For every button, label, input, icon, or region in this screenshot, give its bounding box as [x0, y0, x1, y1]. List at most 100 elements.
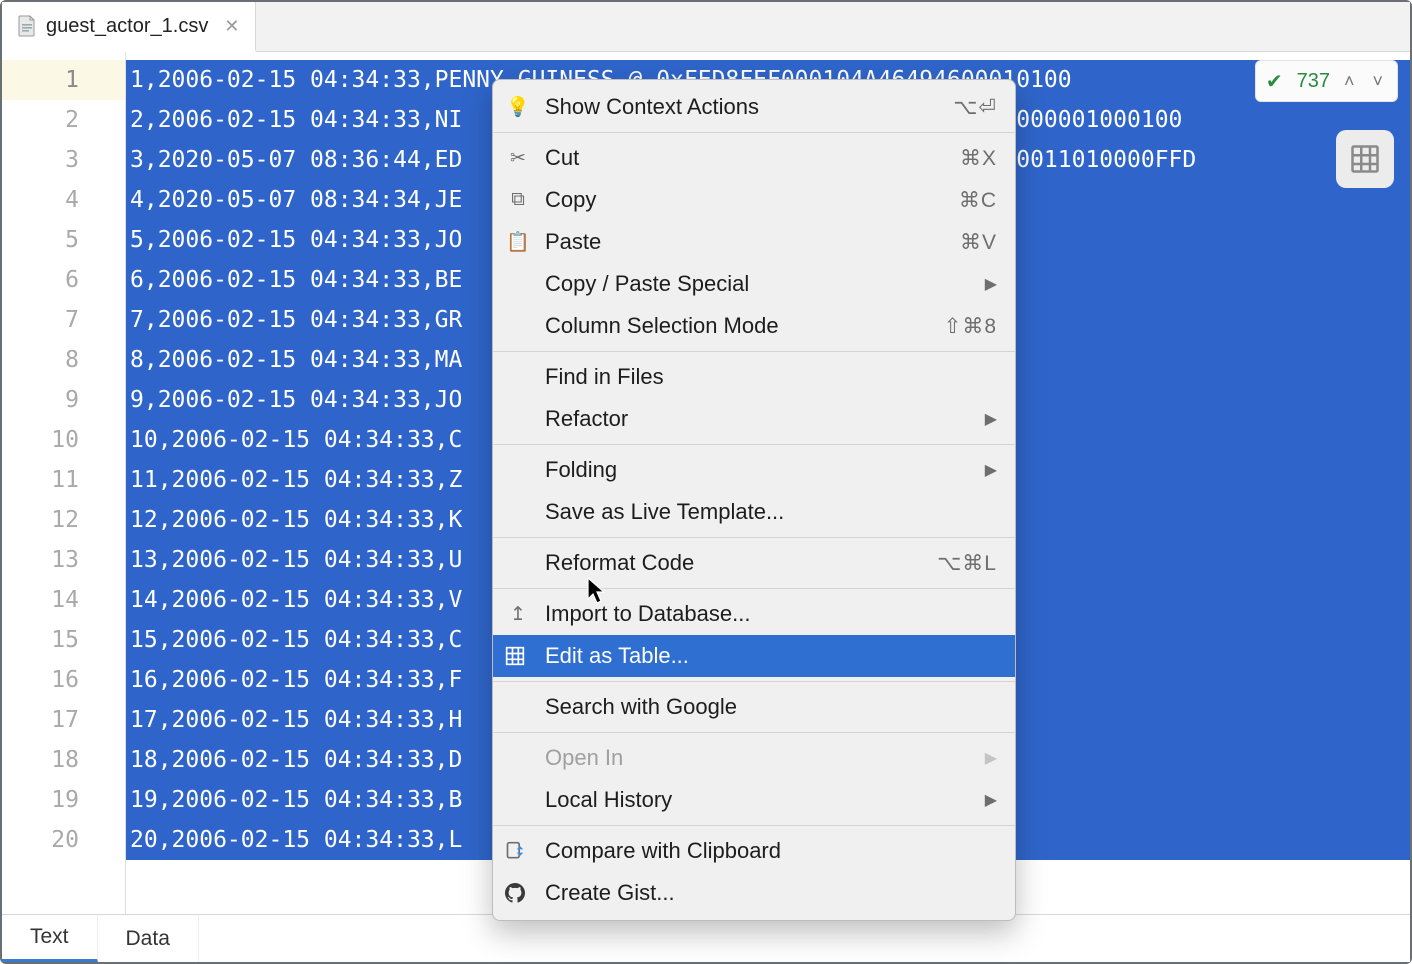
inspection-widget[interactable]: 737 ˄ ˅ — [1255, 60, 1398, 102]
line-number[interactable]: 18 — [2, 740, 125, 780]
menu-find-in-files[interactable]: Find in Files — [493, 356, 1015, 398]
menu-label: Cut — [545, 145, 946, 171]
menu-shortcut: ⌘V — [960, 230, 997, 255]
tab-data[interactable]: Data — [98, 915, 199, 962]
chevron-right-icon: ▶ — [985, 460, 997, 480]
menu-shortcut: ⌘X — [960, 146, 997, 171]
bulb-icon: 💡 — [505, 95, 531, 119]
line-number[interactable]: 12 — [2, 500, 125, 540]
line-number[interactable]: 10 — [2, 420, 125, 460]
menu-save-live-template[interactable]: Save as Live Template... — [493, 491, 1015, 533]
menu-label: Find in Files — [545, 364, 997, 390]
menu-copy[interactable]: ⧉ Copy ⌘C — [493, 179, 1015, 221]
check-icon — [1266, 69, 1287, 94]
menu-separator — [493, 351, 1015, 352]
line-number[interactable]: 6 — [2, 260, 125, 300]
menu-paste[interactable]: 📋 Paste ⌘V — [493, 221, 1015, 263]
menu-copy-paste-special[interactable]: Copy / Paste Special ▶ — [493, 263, 1015, 305]
chevron-right-icon: ▶ — [985, 790, 997, 810]
line-number[interactable]: 15 — [2, 620, 125, 660]
menu-compare-clipboard[interactable]: Compare with Clipboard — [493, 830, 1015, 872]
menu-separator — [493, 444, 1015, 445]
line-number[interactable]: 17 — [2, 700, 125, 740]
scissors-icon: ✂ — [505, 147, 531, 170]
github-icon — [505, 883, 531, 903]
menu-edit-as-table[interactable]: Edit as Table... — [493, 635, 1015, 677]
line-number[interactable]: 8 — [2, 340, 125, 380]
menu-label: Folding — [545, 457, 971, 483]
line-number[interactable]: 4 — [2, 180, 125, 220]
chevron-up-icon[interactable]: ˄ — [1340, 71, 1359, 92]
grid-icon — [505, 646, 531, 666]
inspection-count: 737 — [1297, 70, 1330, 93]
menu-folding[interactable]: Folding ▶ — [493, 449, 1015, 491]
menu-show-context-actions[interactable]: 💡 Show Context Actions ⌥⏎ — [493, 86, 1015, 128]
line-number[interactable]: 14 — [2, 580, 125, 620]
line-number[interactable]: 11 — [2, 460, 125, 500]
menu-label: Copy / Paste Special — [545, 271, 971, 297]
menu-label: Reformat Code — [545, 550, 923, 576]
menu-label: Edit as Table... — [545, 643, 997, 669]
line-number[interactable]: 9 — [2, 380, 125, 420]
menu-label: Column Selection Mode — [545, 313, 930, 339]
tab-text-label: Text — [30, 925, 69, 949]
menu-import-database[interactable]: ↥ Import to Database... — [493, 593, 1015, 635]
menu-cut[interactable]: ✂ Cut ⌘X — [493, 137, 1015, 179]
menu-reformat-code[interactable]: Reformat Code ⌥⌘L — [493, 542, 1015, 584]
chevron-down-icon[interactable]: ˅ — [1368, 71, 1387, 92]
copy-icon: ⧉ — [505, 189, 531, 211]
context-menu: 💡 Show Context Actions ⌥⏎ ✂ Cut ⌘X ⧉ Cop… — [492, 79, 1016, 921]
line-number[interactable]: 13 — [2, 540, 125, 580]
menu-label: Import to Database... — [545, 601, 997, 627]
menu-label: Save as Live Template... — [545, 499, 997, 525]
line-number[interactable]: 3 — [2, 140, 125, 180]
line-number[interactable]: 7 — [2, 300, 125, 340]
file-tabs-bar: guest_actor_1.csv ✕ — [2, 2, 1410, 52]
menu-column-selection[interactable]: Column Selection Mode ⇧⌘8 — [493, 305, 1015, 347]
gutter: 1234567891011121314151617181920 — [2, 52, 126, 914]
menu-label: Refactor — [545, 406, 971, 432]
menu-local-history[interactable]: Local History ▶ — [493, 779, 1015, 821]
tab-data-label: Data — [126, 927, 170, 951]
menu-shortcut: ⌥⏎ — [953, 95, 997, 120]
close-icon[interactable]: ✕ — [224, 16, 239, 37]
chevron-right-icon: ▶ — [985, 274, 997, 294]
menu-open-in: Open In ▶ — [493, 737, 1015, 779]
menu-separator — [493, 537, 1015, 538]
file-tab-label: guest_actor_1.csv — [46, 15, 208, 38]
tab-text[interactable]: Text — [2, 915, 98, 962]
menu-label: Local History — [545, 787, 971, 813]
menu-shortcut: ⌥⌘L — [937, 551, 997, 576]
chevron-right-icon: ▶ — [985, 748, 997, 768]
menu-shortcut: ⇧⌘8 — [944, 314, 997, 339]
menu-separator — [493, 588, 1015, 589]
menu-label: Show Context Actions — [545, 94, 939, 120]
menu-label: Search with Google — [545, 694, 997, 720]
menu-label: Copy — [545, 187, 945, 213]
compare-icon — [505, 841, 531, 861]
menu-label: Open In — [545, 745, 971, 771]
line-number[interactable]: 5 — [2, 220, 125, 260]
menu-refactor[interactable]: Refactor ▶ — [493, 398, 1015, 440]
import-icon: ↥ — [505, 603, 531, 626]
line-number[interactable]: 2 — [2, 100, 125, 140]
menu-search-google[interactable]: Search with Google — [493, 686, 1015, 728]
chevron-right-icon: ▶ — [985, 409, 997, 429]
table-view-button[interactable] — [1336, 130, 1394, 188]
line-number[interactable]: 16 — [2, 660, 125, 700]
menu-separator — [493, 732, 1015, 733]
menu-separator — [493, 681, 1015, 682]
menu-separator — [493, 132, 1015, 133]
line-number[interactable]: 1 — [2, 60, 125, 100]
menu-label: Paste — [545, 229, 946, 255]
menu-shortcut: ⌘C — [959, 188, 997, 213]
file-tab[interactable]: guest_actor_1.csv ✕ — [2, 2, 256, 52]
file-icon — [18, 15, 36, 37]
grid-icon — [1350, 144, 1380, 174]
line-number[interactable]: 20 — [2, 820, 125, 860]
menu-label: Compare with Clipboard — [545, 838, 997, 864]
menu-create-gist[interactable]: Create Gist... — [493, 872, 1015, 914]
line-number[interactable]: 19 — [2, 780, 125, 820]
bottom-tabs: Text Data — [2, 914, 1410, 962]
menu-separator — [493, 825, 1015, 826]
